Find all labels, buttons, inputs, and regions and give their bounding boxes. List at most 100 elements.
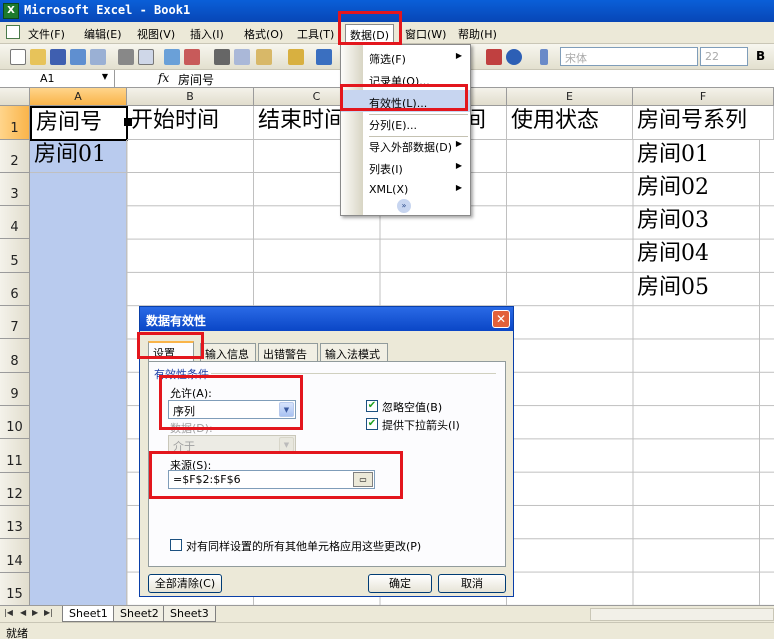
chart-wizard-icon[interactable]: [486, 49, 502, 65]
last-sheet-icon[interactable]: ▶|: [44, 608, 53, 617]
print-icon[interactable]: [118, 49, 134, 65]
spelling-icon[interactable]: [164, 49, 180, 65]
sheet-tab-bar: |◀ ◀ ▶ ▶| Sheet1 Sheet2 Sheet3: [0, 605, 774, 622]
first-sheet-icon[interactable]: |◀: [4, 608, 13, 617]
email-icon[interactable]: [90, 49, 106, 65]
ok-button[interactable]: 确定: [368, 574, 432, 593]
chevron-down-icon: ▼: [279, 437, 294, 452]
row-header-11[interactable]: 11: [0, 439, 30, 473]
permission-icon[interactable]: [70, 49, 86, 65]
cut-icon[interactable]: [214, 49, 230, 65]
toolbar-options-icon[interactable]: [540, 49, 548, 65]
menu-format[interactable]: 格式(O): [244, 26, 283, 42]
menu-item-xml[interactable]: XML(X) ▶: [341, 178, 470, 200]
undo-icon[interactable]: [316, 49, 332, 65]
row-header-8[interactable]: 8: [0, 339, 30, 373]
menu-edit[interactable]: 编辑(E): [84, 26, 122, 42]
cell-f3[interactable]: 房间02: [633, 173, 774, 206]
chevron-down-icon[interactable]: ▼: [102, 72, 108, 81]
row-header-14[interactable]: 14: [0, 539, 30, 573]
row-header-1[interactable]: 1: [0, 106, 30, 140]
apply-all-label: 对有同样设置的所有其他单元格应用这些更改(P): [186, 540, 422, 553]
dropdown-handle-icon[interactable]: [124, 118, 132, 126]
sheet-tab-sheet3[interactable]: Sheet3: [163, 606, 216, 622]
cancel-button[interactable]: 取消: [438, 574, 506, 593]
expand-menu-icon[interactable]: »: [397, 199, 411, 213]
research-icon[interactable]: [184, 49, 200, 65]
menu-item-import-external[interactable]: 导入外部数据(D) ▶: [341, 134, 470, 156]
dropdown-arrow-label: 提供下拉箭头(I): [382, 419, 460, 432]
column-a-selection: [30, 140, 127, 605]
status-bar: 就绪: [0, 622, 774, 639]
sheet-tab-sheet2[interactable]: Sheet2: [113, 606, 166, 622]
row-header-4[interactable]: 4: [0, 206, 30, 239]
open-icon[interactable]: [30, 49, 46, 65]
cell-a2[interactable]: 房间01: [30, 140, 127, 173]
save-icon[interactable]: [50, 49, 66, 65]
highlight-validation-item: [340, 84, 468, 111]
dropdown-arrow-checkbox[interactable]: ✔: [366, 418, 378, 430]
row-header-6[interactable]: 6: [0, 273, 30, 306]
menu-item-text-to-columns[interactable]: 分列(E)...: [341, 112, 470, 134]
cell-f5[interactable]: 房间04: [633, 239, 774, 273]
row-header-2[interactable]: 2: [0, 140, 30, 173]
cell-f1[interactable]: 房间号系列: [633, 106, 774, 140]
menu-file[interactable]: 文件(F): [28, 26, 65, 42]
font-size-box[interactable]: 22: [700, 47, 748, 66]
cell-e1[interactable]: 使用状态: [507, 106, 633, 140]
cell-b1[interactable]: 开始时间: [127, 106, 254, 140]
cell-a1[interactable]: 房间号: [30, 106, 128, 141]
print-preview-icon[interactable]: [138, 49, 154, 65]
column-header-a[interactable]: A: [30, 88, 127, 106]
workbook-icon[interactable]: [6, 25, 20, 39]
new-icon[interactable]: [10, 49, 26, 65]
prev-sheet-icon[interactable]: ◀: [20, 608, 26, 617]
row-header-5[interactable]: 5: [0, 239, 30, 273]
clear-all-button[interactable]: 全部清除(C): [148, 574, 222, 593]
submenu-arrow-icon: ▶: [455, 139, 462, 148]
cell-f6[interactable]: 房间05: [633, 273, 774, 306]
column-header-e[interactable]: E: [507, 88, 633, 106]
apply-all-checkbox[interactable]: [170, 539, 182, 551]
horizontal-scrollbar[interactable]: [590, 608, 774, 621]
menu-tools[interactable]: 工具(T): [297, 26, 334, 42]
row-header-9[interactable]: 9: [0, 373, 30, 406]
sheet-tab-sheet1[interactable]: Sheet1: [62, 606, 115, 622]
row-header-15[interactable]: 15: [0, 573, 30, 605]
close-icon[interactable]: ✕: [492, 310, 510, 328]
tab-error-alert[interactable]: 出错警告: [258, 343, 318, 361]
window-title: Microsoft Excel - Book1: [24, 3, 191, 17]
highlight-settings-tab: [137, 332, 204, 359]
ignore-blank-checkbox[interactable]: ✔: [366, 400, 378, 412]
cell-f2[interactable]: 房间01: [633, 140, 774, 173]
format-painter-icon[interactable]: [288, 49, 304, 65]
paste-icon[interactable]: [256, 49, 272, 65]
font-name-box[interactable]: 宋体: [560, 47, 698, 66]
name-box[interactable]: A1 ▼: [0, 70, 115, 88]
row-header-7[interactable]: 7: [0, 306, 30, 339]
menu-item-filter[interactable]: 筛选(F) ▶: [341, 46, 470, 68]
next-sheet-icon[interactable]: ▶: [32, 608, 38, 617]
menu-insert[interactable]: 插入(I): [190, 26, 224, 42]
help-icon[interactable]: [506, 49, 522, 65]
column-header-b[interactable]: B: [127, 88, 254, 106]
menu-item-list[interactable]: 列表(I) ▶: [341, 156, 470, 178]
excel-app-icon: X: [3, 3, 19, 19]
cell-f4[interactable]: 房间03: [633, 206, 774, 239]
formula-content[interactable]: 房间号: [178, 71, 214, 88]
row-header-10[interactable]: 10: [0, 406, 30, 439]
row-header-13[interactable]: 13: [0, 506, 30, 539]
copy-icon[interactable]: [234, 49, 250, 65]
insert-function-icon[interactable]: fx: [158, 71, 169, 85]
menu-view[interactable]: 视图(V): [137, 26, 175, 42]
tab-input-message[interactable]: 输入信息: [200, 343, 256, 361]
menu-window[interactable]: 窗口(W): [405, 26, 446, 42]
column-header-f[interactable]: F: [633, 88, 774, 106]
row-header-12[interactable]: 12: [0, 473, 30, 506]
row-header-3[interactable]: 3: [0, 173, 30, 206]
select-all-corner[interactable]: [0, 88, 30, 106]
bold-button[interactable]: B: [756, 49, 765, 63]
name-box-value: A1: [40, 72, 55, 85]
tab-ime-mode[interactable]: 输入法模式: [320, 343, 388, 361]
menu-help[interactable]: 帮助(H): [458, 26, 497, 42]
